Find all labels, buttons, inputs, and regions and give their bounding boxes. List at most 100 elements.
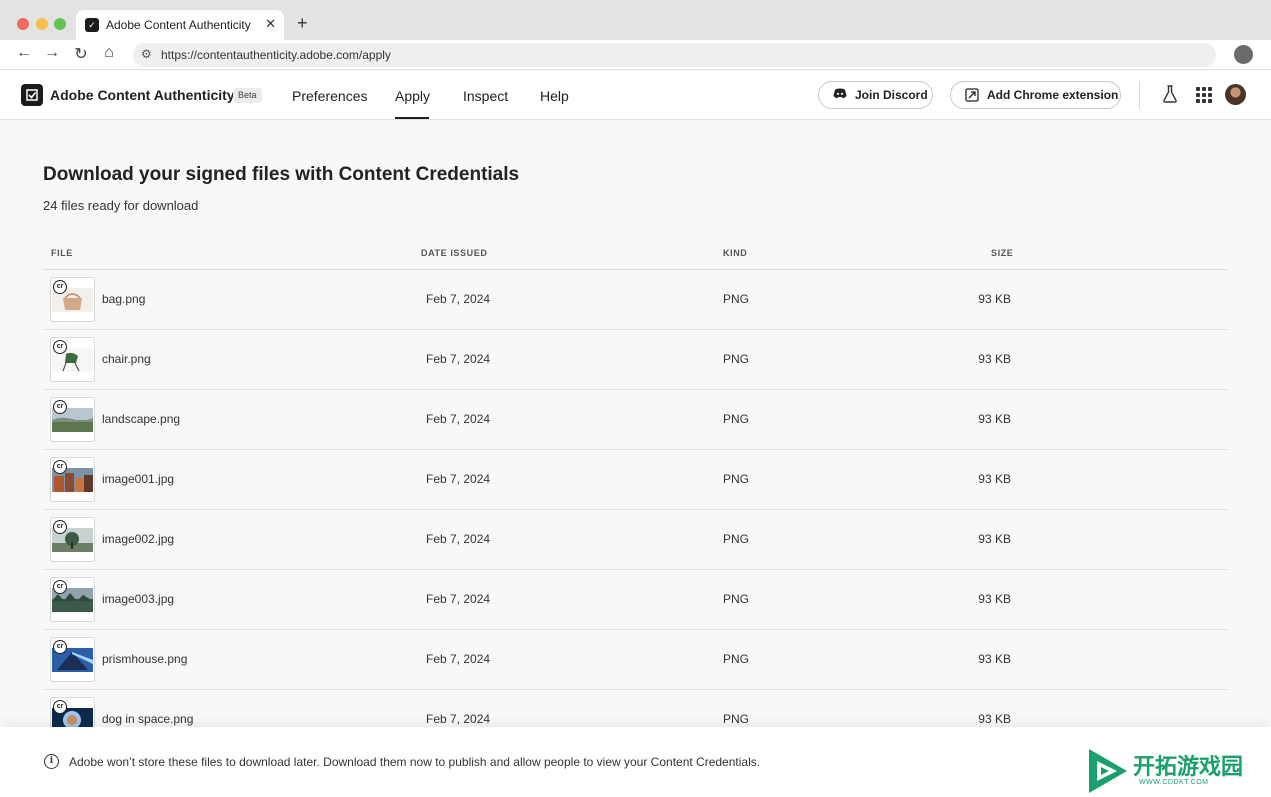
file-date-issued: Feb 7, 2024 bbox=[426, 292, 491, 306]
column-header-kind[interactable]: KIND bbox=[723, 248, 747, 258]
table-row[interactable]: cr landscape.png Feb 7, 2024 PNG 93 KB bbox=[43, 390, 1228, 450]
file-name[interactable]: landscape.png bbox=[102, 412, 180, 426]
file-size: 93 KB bbox=[978, 532, 1011, 546]
file-kind: PNG bbox=[723, 352, 750, 366]
app-switcher-grid-icon[interactable] bbox=[1196, 87, 1212, 103]
user-avatar[interactable] bbox=[1225, 84, 1246, 105]
file-name[interactable]: bag.png bbox=[102, 292, 145, 306]
file-kind: PNG bbox=[723, 412, 750, 426]
file-size: 93 KB bbox=[978, 352, 1011, 366]
file-size: 93 KB bbox=[978, 292, 1011, 306]
nav-apply[interactable]: Apply bbox=[395, 88, 430, 104]
table-row[interactable]: cr image003.jpg Feb 7, 2024 PNG 93 KB bbox=[43, 570, 1228, 630]
new-tab-icon[interactable]: + bbox=[297, 13, 308, 34]
file-thumbnail[interactable]: cr bbox=[50, 637, 95, 682]
adobe-content-authenticity-logo-icon[interactable] bbox=[21, 84, 43, 106]
address-bar[interactable]: ⚙ https://contentauthenticity.adobe.com/… bbox=[133, 43, 1216, 67]
table-row[interactable]: cr prismhouse.png Feb 7, 2024 PNG 93 KB bbox=[43, 630, 1228, 690]
file-name[interactable]: dog in space.png bbox=[102, 712, 193, 726]
browser-profile-icon[interactable] bbox=[1234, 45, 1253, 64]
external-install-icon bbox=[965, 88, 979, 105]
file-date-issued: Feb 7, 2024 bbox=[426, 652, 491, 666]
nav-help[interactable]: Help bbox=[540, 88, 569, 104]
minimize-window-button[interactable] bbox=[36, 18, 48, 30]
file-size: 93 KB bbox=[978, 412, 1011, 426]
file-kind: PNG bbox=[723, 592, 750, 606]
storage-notice-bar: i Adobe won’t store these files to downl… bbox=[0, 727, 1271, 797]
file-name[interactable]: image001.jpg bbox=[102, 472, 174, 486]
file-name[interactable]: image002.jpg bbox=[102, 532, 174, 546]
content-credentials-icon: cr bbox=[53, 400, 67, 414]
add-chrome-extension-button[interactable]: Add Chrome extension bbox=[950, 81, 1121, 109]
file-thumbnail[interactable]: cr bbox=[50, 277, 95, 322]
active-nav-indicator bbox=[395, 117, 429, 119]
file-kind: PNG bbox=[723, 472, 750, 486]
watermark-subtext: WWW.CDDKT.COM bbox=[1139, 779, 1209, 786]
table-row[interactable]: cr image002.jpg Feb 7, 2024 PNG 93 KB bbox=[43, 510, 1228, 570]
content-credentials-icon: cr bbox=[53, 340, 67, 354]
header-divider bbox=[1139, 81, 1140, 109]
file-name[interactable]: chair.png bbox=[102, 352, 151, 366]
zoom-window-button[interactable] bbox=[54, 18, 66, 30]
tab-title: Adobe Content Authenticity bbox=[106, 18, 251, 32]
home-icon[interactable]: ⌂ bbox=[99, 44, 119, 62]
file-date-issued: Feb 7, 2024 bbox=[426, 352, 491, 366]
nav-inspect[interactable]: Inspect bbox=[463, 88, 508, 104]
page-title: Download your signed files with Content … bbox=[43, 164, 520, 185]
info-icon: i bbox=[44, 754, 59, 769]
file-thumbnail[interactable]: cr bbox=[50, 577, 95, 622]
file-date-issued: Feb 7, 2024 bbox=[426, 532, 491, 546]
file-rows: cr bag.png Feb 7, 2024 PNG 93 KB cr chair.png F… bbox=[43, 270, 1228, 750]
file-date-issued: Feb 7, 2024 bbox=[426, 592, 491, 606]
file-size: 93 KB bbox=[978, 592, 1011, 606]
join-discord-button[interactable]: Join Discord bbox=[818, 81, 933, 109]
file-date-issued: Feb 7, 2024 bbox=[426, 712, 491, 726]
content-credentials-icon: cr bbox=[53, 460, 67, 474]
column-header-file[interactable]: FILE bbox=[51, 248, 73, 258]
app-title[interactable]: Adobe Content Authenticity bbox=[50, 87, 235, 103]
file-thumbnail[interactable]: cr bbox=[50, 517, 95, 562]
storage-notice-text: Adobe won’t store these files to downloa… bbox=[69, 755, 761, 769]
beta-badge: Beta bbox=[233, 88, 262, 103]
file-thumbnail[interactable]: cr bbox=[50, 337, 95, 382]
adobe-favicon-icon: ✓ bbox=[85, 18, 99, 32]
reload-icon[interactable]: ↻ bbox=[71, 44, 91, 64]
file-kind: PNG bbox=[723, 292, 750, 306]
browser-tab[interactable]: ✓ Adobe Content Authenticity ✕ bbox=[76, 10, 284, 40]
file-size: 93 KB bbox=[978, 652, 1011, 666]
join-discord-label: Join Discord bbox=[855, 88, 928, 102]
table-row[interactable]: cr chair.png Feb 7, 2024 PNG 93 KB bbox=[43, 330, 1228, 390]
file-date-issued: Feb 7, 2024 bbox=[426, 412, 491, 426]
file-thumbnail[interactable]: cr bbox=[50, 397, 95, 442]
file-size: 93 KB bbox=[978, 472, 1011, 486]
nav-preferences[interactable]: Preferences bbox=[292, 88, 367, 104]
forward-arrow-icon[interactable]: → bbox=[42, 44, 62, 62]
browser-titlebar: ✓ Adobe Content Authenticity ✕ + bbox=[0, 0, 1271, 40]
table-row[interactable]: cr image001.jpg Feb 7, 2024 PNG 93 KB bbox=[43, 450, 1228, 510]
content-credentials-icon: cr bbox=[53, 580, 67, 594]
table-row[interactable]: cr bag.png Feb 7, 2024 PNG 93 KB bbox=[43, 270, 1228, 330]
add-chrome-extension-label: Add Chrome extension bbox=[987, 88, 1119, 102]
watermark-logo-icon bbox=[1089, 749, 1127, 793]
flask-icon[interactable] bbox=[1162, 85, 1178, 108]
watermark-text: 开拓游戏园 bbox=[1133, 755, 1244, 780]
column-header-date-issued[interactable]: DATE ISSUED bbox=[421, 248, 487, 258]
file-kind: PNG bbox=[723, 652, 750, 666]
app-header: Adobe Content Authenticity Beta Preferen… bbox=[0, 71, 1271, 120]
file-thumbnail[interactable]: cr bbox=[50, 457, 95, 502]
content-credentials-icon: cr bbox=[53, 640, 67, 654]
file-name[interactable]: prismhouse.png bbox=[102, 652, 187, 666]
close-window-button[interactable] bbox=[17, 18, 29, 30]
files-ready-count: 24 files ready for download bbox=[43, 198, 199, 213]
file-name[interactable]: image003.jpg bbox=[102, 592, 174, 606]
file-date-issued: Feb 7, 2024 bbox=[426, 472, 491, 486]
site-settings-icon[interactable]: ⚙ bbox=[141, 47, 152, 61]
content-credentials-icon: cr bbox=[53, 700, 67, 714]
url-text[interactable]: https://contentauthenticity.adobe.com/ap… bbox=[161, 48, 391, 62]
tab-close-icon[interactable]: ✕ bbox=[265, 16, 276, 32]
column-header-size[interactable]: SIZE bbox=[991, 248, 1013, 258]
file-kind: PNG bbox=[723, 712, 750, 726]
file-size: 93 KB bbox=[978, 712, 1011, 726]
back-arrow-icon[interactable]: ← bbox=[14, 44, 34, 62]
content-credentials-icon: cr bbox=[53, 520, 67, 534]
